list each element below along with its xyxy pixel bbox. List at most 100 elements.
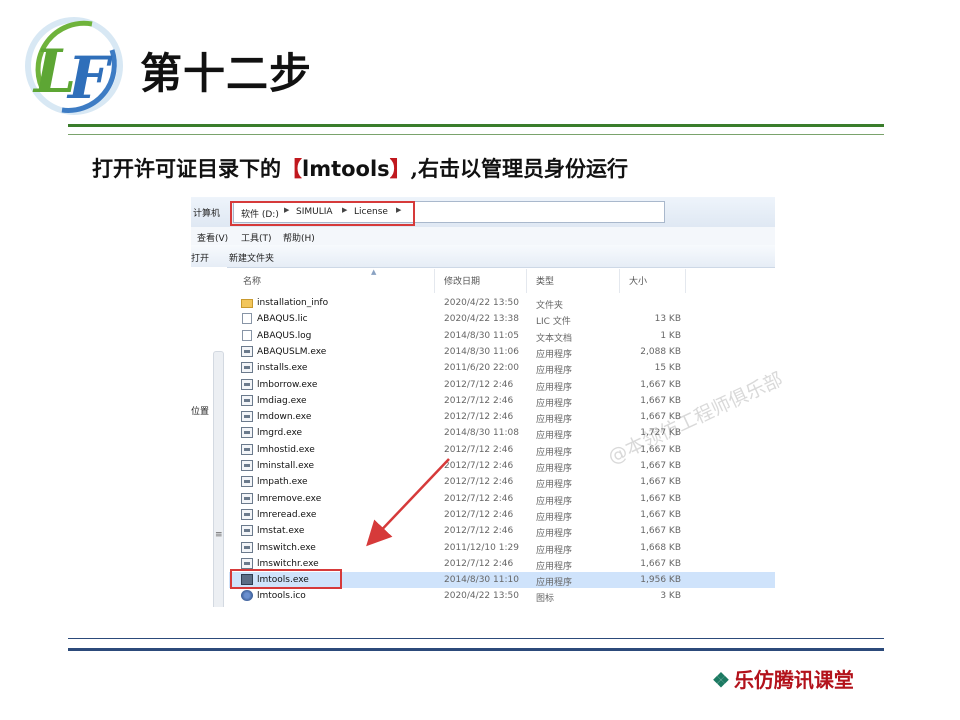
file-row[interactable]: ABAQUS.log 2014/8/30 11:05 文本文档 1 KB [229, 328, 775, 344]
exe-icon [241, 557, 253, 569]
header-rule [68, 124, 884, 127]
file-row[interactable]: installation_info 2020/4/22 13:50 文件夹 [229, 295, 775, 311]
document-icon [242, 329, 252, 341]
file-type: 应用程序 [536, 480, 573, 491]
file-type: 应用程序 [536, 512, 573, 523]
file-type: 应用程序 [536, 561, 573, 572]
file-name: lminstall.exe [257, 461, 315, 471]
file-row[interactable]: lmpath.exe 2012/7/12 2:46 应用程序 1,667 KB [229, 474, 775, 490]
file-row[interactable]: lmhostid.exe 2012/7/12 2:46 应用程序 1,667 KB [229, 442, 775, 458]
file-date: 2012/7/12 2:46 [444, 412, 514, 423]
file-date: 2020/4/22 13:50 [444, 591, 519, 602]
file-type: 应用程序 [536, 415, 573, 426]
file-date: 2020/4/22 13:50 [444, 298, 519, 308]
nav-item-location[interactable]: 位置 [191, 404, 209, 417]
column-date[interactable]: 修改日期 [444, 274, 480, 287]
file-date: 2012/7/12 2:46 [444, 477, 514, 488]
file-type: 应用程序 [536, 398, 573, 409]
menu-view[interactable]: 查看(V) [197, 231, 228, 244]
file-size: 1,667 KB [640, 526, 681, 537]
column-size[interactable]: 大小 [629, 274, 647, 287]
footer-rule [68, 648, 884, 651]
file-row[interactable]: lmborrow.exe 2012/7/12 2:46 应用程序 1,667 KB [229, 377, 775, 393]
file-type: 应用程序 [536, 529, 573, 540]
file-row[interactable]: lmswitch.exe 2011/12/10 1:29 应用程序 1,668 KB [229, 540, 775, 556]
file-name: ABAQUSLM.exe [257, 346, 327, 357]
address-root[interactable]: 计算机 [193, 206, 220, 219]
open-button[interactable]: 打开 [191, 251, 209, 264]
file-size: 1,667 KB [640, 461, 681, 471]
exe-icon [241, 476, 253, 488]
file-row[interactable]: ABAQUS.lic 2020/4/22 13:38 LIC 文件 13 KB [229, 311, 775, 327]
file-row[interactable]: ABAQUSLM.exe 2014/8/30 11:06 应用程序 2,088 KB [229, 344, 775, 360]
new-folder-button[interactable]: 新建文件夹 [229, 251, 274, 264]
instruction-text: 打开许可证目录下的【lmtools】,右击以管理员身份运行 [92, 153, 628, 183]
file-row[interactable]: lminstall.exe 2012/7/12 2:46 应用程序 1,667 KB [229, 458, 775, 474]
file-date: 2011/12/10 1:29 [444, 542, 519, 553]
file-name: lmtools.ico [257, 591, 306, 602]
footer-brand: ❖ 乐仿腾讯课堂 [712, 664, 854, 693]
file-type: 图标 [536, 594, 555, 605]
file-size: 1,667 KB [640, 493, 681, 504]
header-rule-thin [68, 134, 884, 135]
file-size: 1,956 KB [640, 575, 681, 586]
file-type: 应用程序 [536, 366, 573, 377]
file-date: 2020/4/22 13:38 [444, 314, 519, 325]
nav-scrollbar[interactable] [213, 351, 224, 607]
file-row[interactable]: lmstat.exe 2012/7/12 2:46 应用程序 1,667 KB [229, 523, 775, 539]
exe-icon [241, 427, 253, 439]
file-name: lmhostid.exe [257, 444, 315, 455]
file-row[interactable]: lmremove.exe 2012/7/12 2:46 应用程序 1,667 KB [229, 491, 775, 507]
file-type: 文件夹 [536, 301, 564, 311]
file-size: 1,668 KB [640, 542, 681, 553]
file-name: lmswitchr.exe [257, 558, 319, 569]
file-type: 应用程序 [536, 349, 573, 360]
exe-icon [241, 411, 253, 423]
exe-icon [241, 492, 253, 504]
file-name: lmdown.exe [257, 412, 312, 423]
column-name[interactable]: 名称 [243, 274, 261, 287]
instruction-prefix: 打开许可证目录下的 [92, 156, 281, 181]
file-type: 文本文档 [536, 333, 573, 344]
exe-icon [241, 525, 253, 537]
column-divider[interactable] [434, 269, 435, 293]
column-divider[interactable] [685, 269, 686, 293]
file-name: lmswitch.exe [257, 542, 316, 553]
file-type: 应用程序 [536, 447, 573, 458]
menu-bar: 查看(V) 工具(T) 帮助(H) [191, 227, 775, 246]
file-name: installs.exe [257, 363, 308, 374]
column-type[interactable]: 类型 [536, 274, 554, 287]
file-name: ABAQUS.log [257, 330, 312, 341]
file-date: 2012/7/12 2:46 [444, 395, 514, 406]
menu-help[interactable]: 帮助(H) [283, 231, 315, 244]
file-size: 1,667 KB [640, 477, 681, 488]
exe-icon [241, 378, 253, 390]
file-size: 1 KB [660, 330, 681, 341]
diamond-flower-icon: ❖ [712, 668, 730, 692]
file-size: 1,667 KB [640, 395, 681, 406]
bracket-open: 【 [281, 156, 302, 181]
file-date: 2012/7/12 2:46 [444, 526, 514, 537]
scroll-grip-icon[interactable]: ≡ [215, 530, 223, 540]
file-name: lmgrd.exe [257, 428, 303, 439]
exe-icon [241, 345, 253, 357]
file-row[interactable]: lmreread.exe 2012/7/12 2:46 应用程序 1,667 KB [229, 507, 775, 523]
file-size: 13 KB [654, 314, 681, 325]
file-date: 2014/8/30 11:10 [444, 575, 519, 586]
file-type: 应用程序 [536, 545, 573, 556]
column-divider[interactable] [526, 269, 527, 293]
lf-logo: L F [25, 17, 123, 115]
file-type: 应用程序 [536, 578, 573, 589]
menu-tools[interactable]: 工具(T) [241, 231, 272, 244]
file-size: 3 KB [660, 591, 681, 602]
file-date: 2012/7/12 2:46 [444, 379, 514, 390]
file-date: 2012/7/12 2:46 [444, 493, 514, 504]
file-name: installation_info [257, 298, 329, 308]
bracket-close: 】 [389, 156, 411, 181]
column-divider[interactable] [619, 269, 620, 293]
file-type: 应用程序 [536, 464, 573, 474]
file-row[interactable]: installs.exe 2011/6/20 22:00 应用程序 15 KB [229, 360, 775, 376]
file-row[interactable]: lmtools.ico 2020/4/22 13:50 图标 3 KB [229, 588, 775, 604]
ico-file-icon [241, 590, 253, 602]
file-type: 应用程序 [536, 496, 573, 507]
